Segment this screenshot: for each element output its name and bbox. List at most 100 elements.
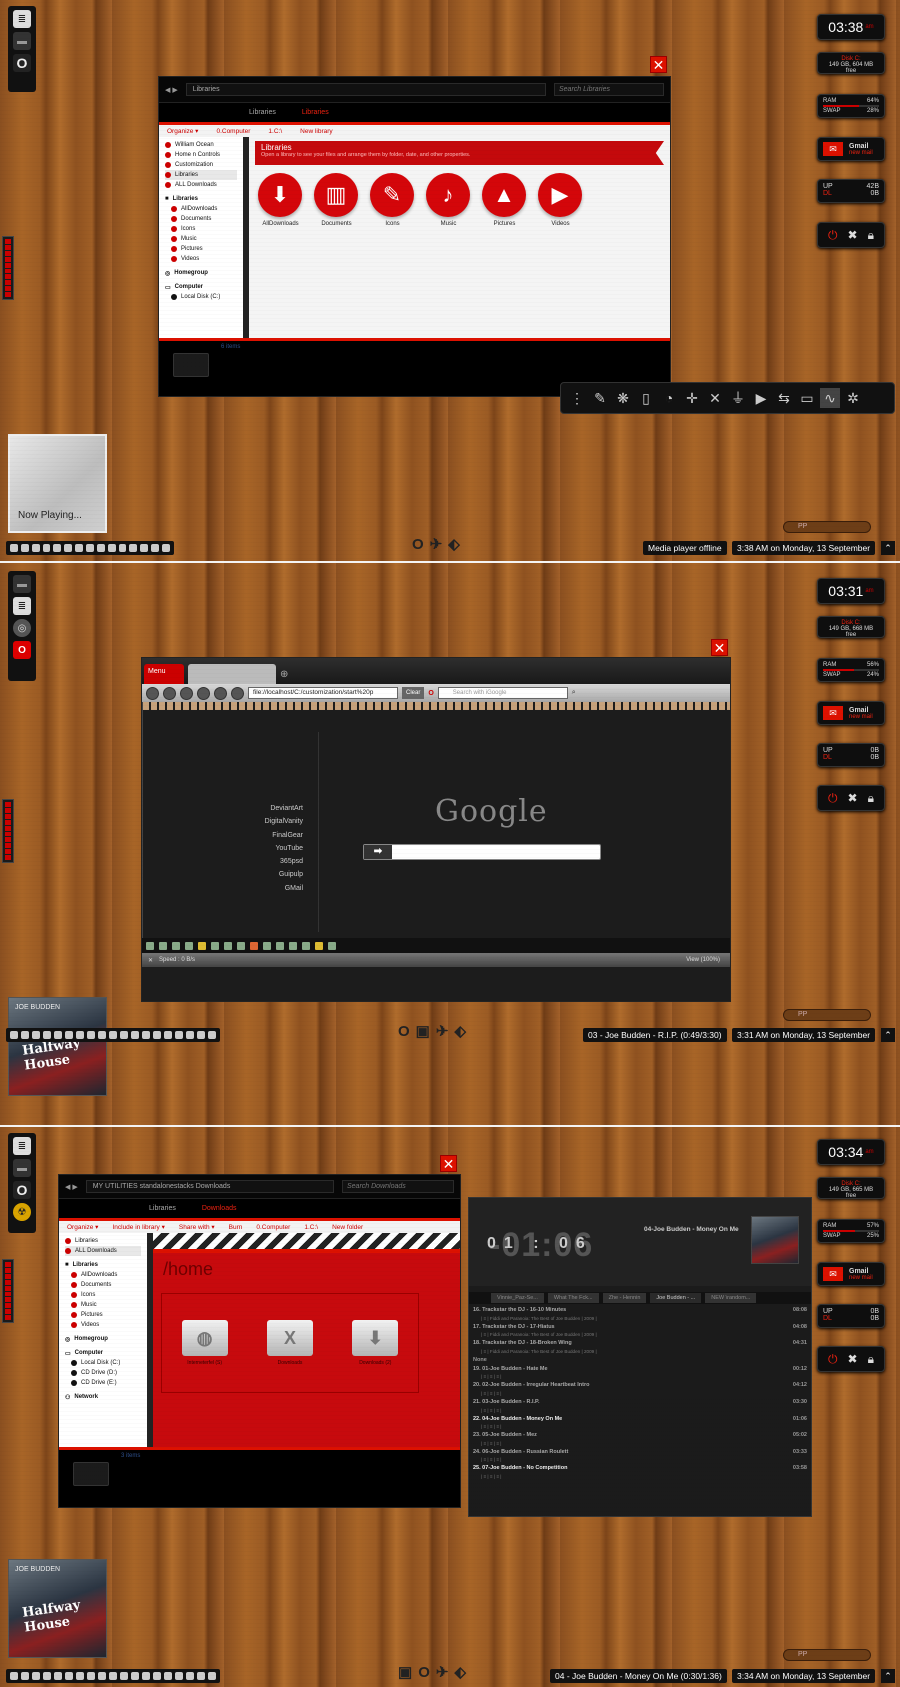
c-drive-button[interactable]: 1.C:\ [268,128,282,135]
power-icon[interactable]: ⏻ [828,228,838,243]
satellite-icon[interactable]: ✈ [436,1663,449,1681]
ipod-icon[interactable]: ▭ [797,388,817,408]
organize-button[interactable]: Organize ▾ [67,1223,98,1231]
nav-item[interactable]: Libraries [65,1236,141,1246]
nav-computer[interactable]: ▭ Computer [65,1348,141,1358]
playlist-tab[interactable]: What The Fck... [547,1293,599,1303]
nav-item[interactable]: Customization [165,160,237,170]
library-documents[interactable]: ▥ Documents [314,173,359,227]
power-icon[interactable]: ⏻ [828,1352,838,1367]
notepad-icon[interactable]: ≣ [13,597,31,615]
back-icon[interactable]: ◀ ▶ [65,1183,78,1191]
crosshair-icon[interactable]: ✛ [682,388,702,408]
gmail-widget[interactable]: ✉ Gmail new mail [817,137,885,161]
link-item[interactable]: YouTube [233,842,303,855]
nav-item[interactable]: William Ocean [165,140,237,150]
nav-item[interactable]: Documents [65,1280,141,1290]
tab-libraries-active[interactable]: Libraries [302,109,329,116]
close-session-icon[interactable]: ✖ [848,1352,858,1366]
nav-libraries-header[interactable]: ■ Libraries [65,1260,141,1270]
playlist-row[interactable]: 20. 02-Joe Budden - Irregular Heartbeat … [473,1381,807,1390]
now-playing-widget[interactable]: Now Playing... [8,434,107,533]
opera-icon[interactable]: O [13,54,31,72]
satellite-icon[interactable]: ◔ [659,388,679,408]
link-item[interactable]: FinalGear [233,829,303,842]
address-bar[interactable]: file://localhost/C:/customization/start%… [248,687,398,699]
close-icon[interactable]: ✕ [148,957,153,964]
nav-item[interactable]: Home n Controls [165,150,237,160]
pen-icon[interactable]: ✎ [590,388,610,408]
address-bar[interactable]: MY UTILITIES standalonestacks Downloads [85,1180,334,1193]
nav-libraries-header[interactable]: ■ Libraries [165,194,237,204]
folder-item[interactable]: ◍ Interneterfel (S) [180,1320,230,1366]
computer-button[interactable]: 0.Computer [216,128,250,135]
mute-icon[interactable]: ✕ [705,388,725,408]
nav-item[interactable]: Icons [165,224,237,234]
nav-item[interactable]: Music [165,234,237,244]
search-input[interactable]: PP [783,1009,871,1021]
stack-icon[interactable]: ▬ [13,575,31,593]
search-input[interactable]: PP [783,1649,871,1661]
playlist-row[interactable]: 18. Trackstar the DJ - 18-Broken Wing 04:… [473,1339,807,1348]
power-icon[interactable]: ⏻ [828,791,838,806]
search-input[interactable]: PP [783,521,871,533]
opera-icon[interactable]: O [398,1023,410,1040]
settings-icon[interactable]: ◎ [13,619,31,637]
playlist-row-playing[interactable]: 22. 04-Joe Budden - Money On Me 01:06 [473,1415,807,1424]
album-art[interactable]: JOE BUDDEN Halfway House [8,997,107,1096]
nav-local-disk[interactable]: Local Disk (C:) [165,292,237,302]
nav-drive[interactable]: CD Drive (D:) [65,1368,141,1378]
include-library-button[interactable]: Include in library ▾ [112,1223,164,1231]
nav-item[interactable]: AllDownloads [165,204,237,214]
nav-computer[interactable]: ▭ Computer [165,282,237,292]
search-input[interactable]: Search with iGoogle [437,687,568,699]
lock-icon[interactable]: 🔒︎ [868,791,874,806]
nav-drive[interactable]: CD Drive (E:) [65,1378,141,1388]
stack-icon[interactable]: ▬ [13,32,31,50]
hazard-icon[interactable]: ☢ [13,1203,31,1221]
address-bar[interactable]: Libraries [185,83,546,96]
nav-item[interactable]: Pictures [65,1310,141,1320]
home-icon[interactable] [231,686,244,700]
reload-icon[interactable] [214,686,227,700]
camera-icon[interactable]: ▶ [751,388,771,408]
folder-item[interactable]: X Downloads [265,1320,315,1366]
nav-item[interactable]: Videos [165,254,237,264]
library-pictures[interactable]: ▲ Pictures [482,173,527,227]
link-item[interactable]: GMail [233,882,303,895]
gmail-widget[interactable]: ✉ Gmail new mail [817,1262,885,1286]
notepad-icon[interactable]: ≣ [13,1137,31,1155]
opera-icon[interactable]: O [13,641,31,659]
tag-icon[interactable]: ⬖ [454,1022,466,1040]
wave-icon[interactable]: ∿ [820,388,840,408]
chevron-up-icon[interactable]: ⌃ [881,1669,895,1683]
tag-icon[interactable]: ⬖ [454,1663,466,1681]
speaker-icon[interactable]: ▣ [398,1663,412,1681]
link-item[interactable]: DeviantArt [233,802,303,815]
chevron-up-icon[interactable]: ⌃ [881,541,895,555]
library-icons[interactable]: ✎ Icons [370,173,415,227]
playlist-row[interactable]: 16. Trackstar the DJ - 16-10 Minutes 08:0… [473,1306,807,1315]
playlist-tab-active[interactable]: Joe Budden - ... [650,1293,702,1303]
playlist-row[interactable]: 25. 07-Joe Budden - No Competition 03:58 [473,1464,807,1473]
notepad-icon[interactable]: ≣ [13,10,31,28]
new-folder-button[interactable]: New folder [332,1224,363,1231]
playlist-tab[interactable]: Vinnie_Paz-Se... [491,1293,544,1303]
album-art[interactable]: JOE BUDDEN Halfway House [8,1559,107,1658]
nav-item[interactable]: AllDownloads [65,1270,141,1280]
butterfly-icon[interactable]: ❋ [613,388,633,408]
close-icon[interactable]: ✕ [711,639,728,656]
organize-button[interactable]: Organize ▾ [167,127,198,135]
playlist-row[interactable]: 21. 03-Joe Budden - R.I.P. 03:30 [473,1398,807,1407]
search-icon[interactable]: ⌕ [572,689,576,697]
new-library-button[interactable]: New library [300,128,333,135]
tab-libraries[interactable]: Libraries [149,1205,176,1212]
playlist-row[interactable]: 19. 01-Joe Budden - Hate Me 00:12 [473,1365,807,1374]
chevron-up-icon[interactable]: ⌃ [881,1028,895,1042]
nav-item[interactable]: Videos [65,1320,141,1330]
playlist-tab[interactable]: Zhe - Hennin [602,1293,647,1303]
opera-icon[interactable]: O [428,690,433,697]
bin-icon[interactable]: ▯ [636,388,656,408]
opera-icon[interactable]: O [13,1181,31,1199]
nav-item-selected[interactable]: Libraries [165,170,237,180]
